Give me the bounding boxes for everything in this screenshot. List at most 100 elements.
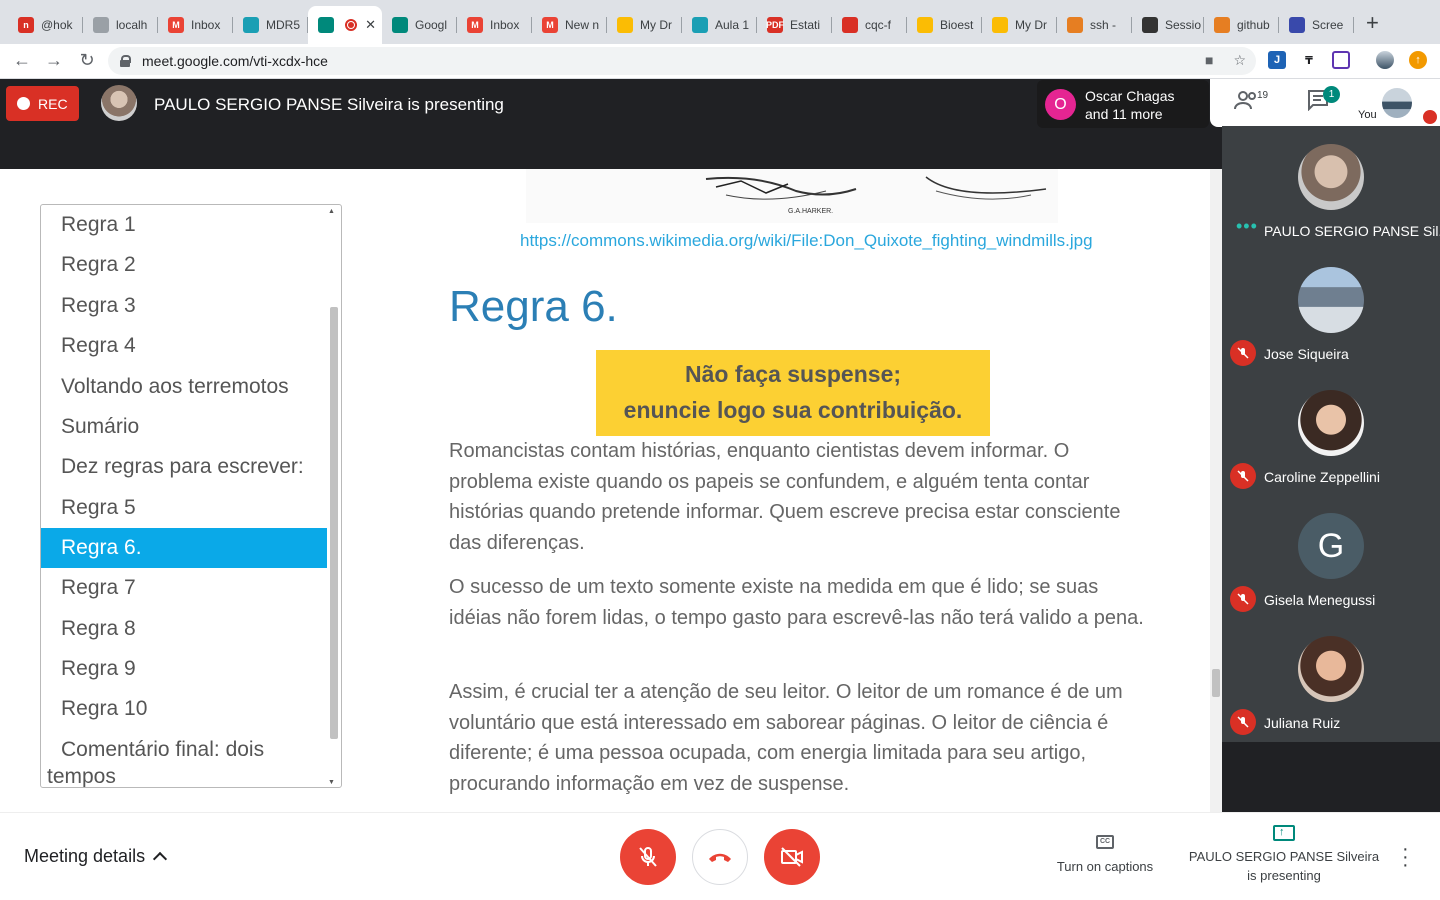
tab-title: Aula 1 bbox=[715, 18, 750, 32]
outline-item[interactable]: Dez regras para escrever: bbox=[41, 447, 327, 487]
browser-tab[interactable]: MDR5 bbox=[233, 8, 308, 42]
participant-tile[interactable]: Jose Siqueira bbox=[1222, 249, 1440, 372]
more-options-icon[interactable]: · · · bbox=[1402, 839, 1409, 875]
participant-avatar bbox=[1298, 636, 1364, 702]
callout-line-1: Não faça suspense; bbox=[684, 361, 902, 387]
chip-name: Oscar Chagas bbox=[1085, 88, 1175, 104]
extension-translate-icon[interactable]: ₸ bbox=[1300, 51, 1318, 69]
chevron-up-icon bbox=[153, 851, 168, 867]
tab-close-icon[interactable]: ✕ bbox=[361, 17, 376, 33]
outline-item[interactable]: Sumário bbox=[41, 407, 327, 447]
participant-initial-avatar: G bbox=[1298, 513, 1364, 579]
participant-tile[interactable]: Caroline Zeppellini bbox=[1222, 372, 1440, 495]
participant-name: Juliana Ruiz bbox=[1264, 715, 1341, 731]
tab-title: Sessio bbox=[1165, 18, 1202, 32]
microphone-toggle-button[interactable] bbox=[620, 829, 676, 885]
tab-favicon-icon bbox=[93, 17, 109, 33]
reload-icon[interactable]: ↻ bbox=[75, 50, 99, 71]
extension-screen-icon[interactable] bbox=[1332, 51, 1350, 69]
outline-item[interactable]: tempos bbox=[41, 765, 327, 787]
browser-tab[interactable]: Scree bbox=[1279, 8, 1354, 42]
outline-item[interactable]: Regra 10 bbox=[41, 689, 327, 729]
browser-tab[interactable]: M Inbox bbox=[158, 8, 233, 42]
update-icon[interactable]: ↑ bbox=[1409, 51, 1427, 69]
browser-tab[interactable]: PDF Estati bbox=[757, 8, 832, 42]
presenting-banner: PAULO SERGIO PANSE Silveira is presentin… bbox=[154, 95, 504, 114]
browser-tab[interactable]: Bioest bbox=[907, 8, 982, 42]
rec-label: REC bbox=[38, 95, 68, 112]
outline-item[interactable]: Voltando aos terremotos bbox=[41, 367, 327, 407]
scroll-down-arrow-icon[interactable]: ▼ bbox=[328, 779, 335, 786]
browser-tab[interactable]: M Inbox bbox=[457, 8, 532, 42]
stage-scroll-thumb[interactable] bbox=[1212, 669, 1220, 697]
slide-callout: Não faça suspense; enuncie logo sua cont… bbox=[596, 350, 990, 436]
tab-favicon-icon bbox=[917, 17, 933, 33]
hang-up-icon bbox=[709, 853, 731, 862]
browser-tab[interactable]: github bbox=[1204, 8, 1279, 42]
participant-name: Jose Siqueira bbox=[1264, 346, 1349, 362]
browser-tab[interactable]: n @hok bbox=[8, 8, 83, 42]
tab-title: Inbox bbox=[191, 18, 221, 32]
browser-tab-strip: n @hok localh M Inbox MDR5 ✕ Googl M Inbox M New nM… bbox=[0, 0, 1440, 44]
speaking-indicator-icon: ••• bbox=[1236, 216, 1258, 236]
slide-paragraph-1: Romancistas contam histórias, enquanto c… bbox=[449, 440, 1121, 554]
outline-item[interactable]: Regra 5 bbox=[41, 488, 327, 528]
self-avatar[interactable] bbox=[1382, 88, 1412, 118]
extension-j-icon[interactable]: J bbox=[1268, 51, 1286, 69]
meeting-details-button[interactable]: Meeting details bbox=[24, 846, 168, 867]
camera-icon[interactable]: ■ bbox=[1205, 52, 1213, 69]
mic-off-icon bbox=[1230, 340, 1256, 366]
outline-item[interactable]: Regra 8 bbox=[41, 609, 327, 649]
tab-favicon-icon bbox=[1214, 17, 1230, 33]
tab-title: My Dr bbox=[1015, 18, 1047, 32]
new-tab-button[interactable]: + bbox=[1366, 12, 1379, 34]
browser-tab[interactable]: My Dr bbox=[607, 8, 682, 42]
participant-tile[interactable]: Juliana Ruiz bbox=[1222, 618, 1440, 741]
outline-item[interactable]: Regra 7 bbox=[41, 568, 327, 608]
presentation-status-button[interactable]: PAULO SERGIO PANSE Silveira is presentin… bbox=[1186, 823, 1382, 885]
stage-scrollbar[interactable] bbox=[1210, 169, 1222, 812]
tab-title: Estati bbox=[790, 18, 821, 32]
browser-tab[interactable]: Sessio bbox=[1132, 8, 1204, 42]
back-arrow-icon[interactable]: ← bbox=[10, 50, 34, 71]
browser-tab[interactable]: localh bbox=[83, 8, 158, 42]
participant-tile[interactable]: ••• PAULO SERGIO PANSE Sil... bbox=[1222, 126, 1440, 249]
captions-button[interactable]: CC Turn on captions bbox=[1050, 835, 1160, 874]
tab-favicon-icon: M bbox=[467, 17, 483, 33]
you-label: You bbox=[1358, 109, 1377, 121]
camera-toggle-button[interactable] bbox=[764, 829, 820, 885]
browser-tab[interactable]: Aula 1 bbox=[682, 8, 757, 42]
browser-tab[interactable]: M New n bbox=[532, 8, 607, 42]
slide-outline-panel[interactable]: Regra 1 Regra 2 Regra 3 Regra 4 Voltando aos… bbox=[40, 204, 342, 788]
outline-item[interactable]: Regra 1 bbox=[41, 205, 327, 245]
tab-favicon-icon bbox=[1067, 17, 1083, 33]
outline-item[interactable]: Regra 2 bbox=[41, 245, 327, 285]
tab-favicon-icon: M bbox=[542, 17, 558, 33]
tab-title: My Dr bbox=[640, 18, 672, 32]
active-speakers-chip[interactable]: O Oscar Chagas and 11 more bbox=[1037, 80, 1209, 128]
outline-item[interactable]: Regra 9 bbox=[41, 649, 327, 689]
address-bar[interactable]: meet.google.com/vti-xcdx-hce ■ ☆ bbox=[108, 47, 1256, 75]
bookmark-star-icon[interactable]: ☆ bbox=[1233, 52, 1246, 69]
leave-call-button[interactable] bbox=[692, 829, 748, 885]
browser-tab[interactable]: ssh - bbox=[1057, 8, 1132, 42]
browser-tab[interactable]: cqc-f bbox=[832, 8, 907, 42]
tab-title: Bioest bbox=[940, 18, 974, 32]
outline-item[interactable]: Comentário final: dois bbox=[41, 730, 327, 770]
outline-scroll-thumb[interactable] bbox=[330, 307, 338, 739]
participant-tile[interactable]: G Gisela Menegussi bbox=[1222, 495, 1440, 618]
outline-item-selected[interactable]: Regra 6. bbox=[41, 528, 327, 568]
image-source-link[interactable]: https://commons.wikimedia.org/wiki/File:… bbox=[520, 231, 1093, 251]
profile-avatar-icon[interactable] bbox=[1376, 51, 1394, 69]
outline-scrollbar[interactable]: ▲ ▼ bbox=[328, 208, 338, 786]
outline-item[interactable]: Regra 3 bbox=[41, 286, 327, 326]
browser-tab[interactable]: My Dr bbox=[982, 8, 1057, 42]
browser-tab[interactable]: ✕ bbox=[308, 6, 382, 44]
forward-arrow-icon[interactable]: → bbox=[42, 50, 66, 71]
chip-text: Oscar Chagas and 11 more bbox=[1085, 87, 1174, 123]
presenter-avatar bbox=[101, 85, 137, 121]
browser-tab[interactable]: Googl bbox=[382, 8, 457, 42]
tab-favicon-icon bbox=[692, 17, 708, 33]
outline-item[interactable]: Regra 4 bbox=[41, 326, 327, 366]
scroll-up-arrow-icon[interactable]: ▲ bbox=[328, 208, 335, 215]
